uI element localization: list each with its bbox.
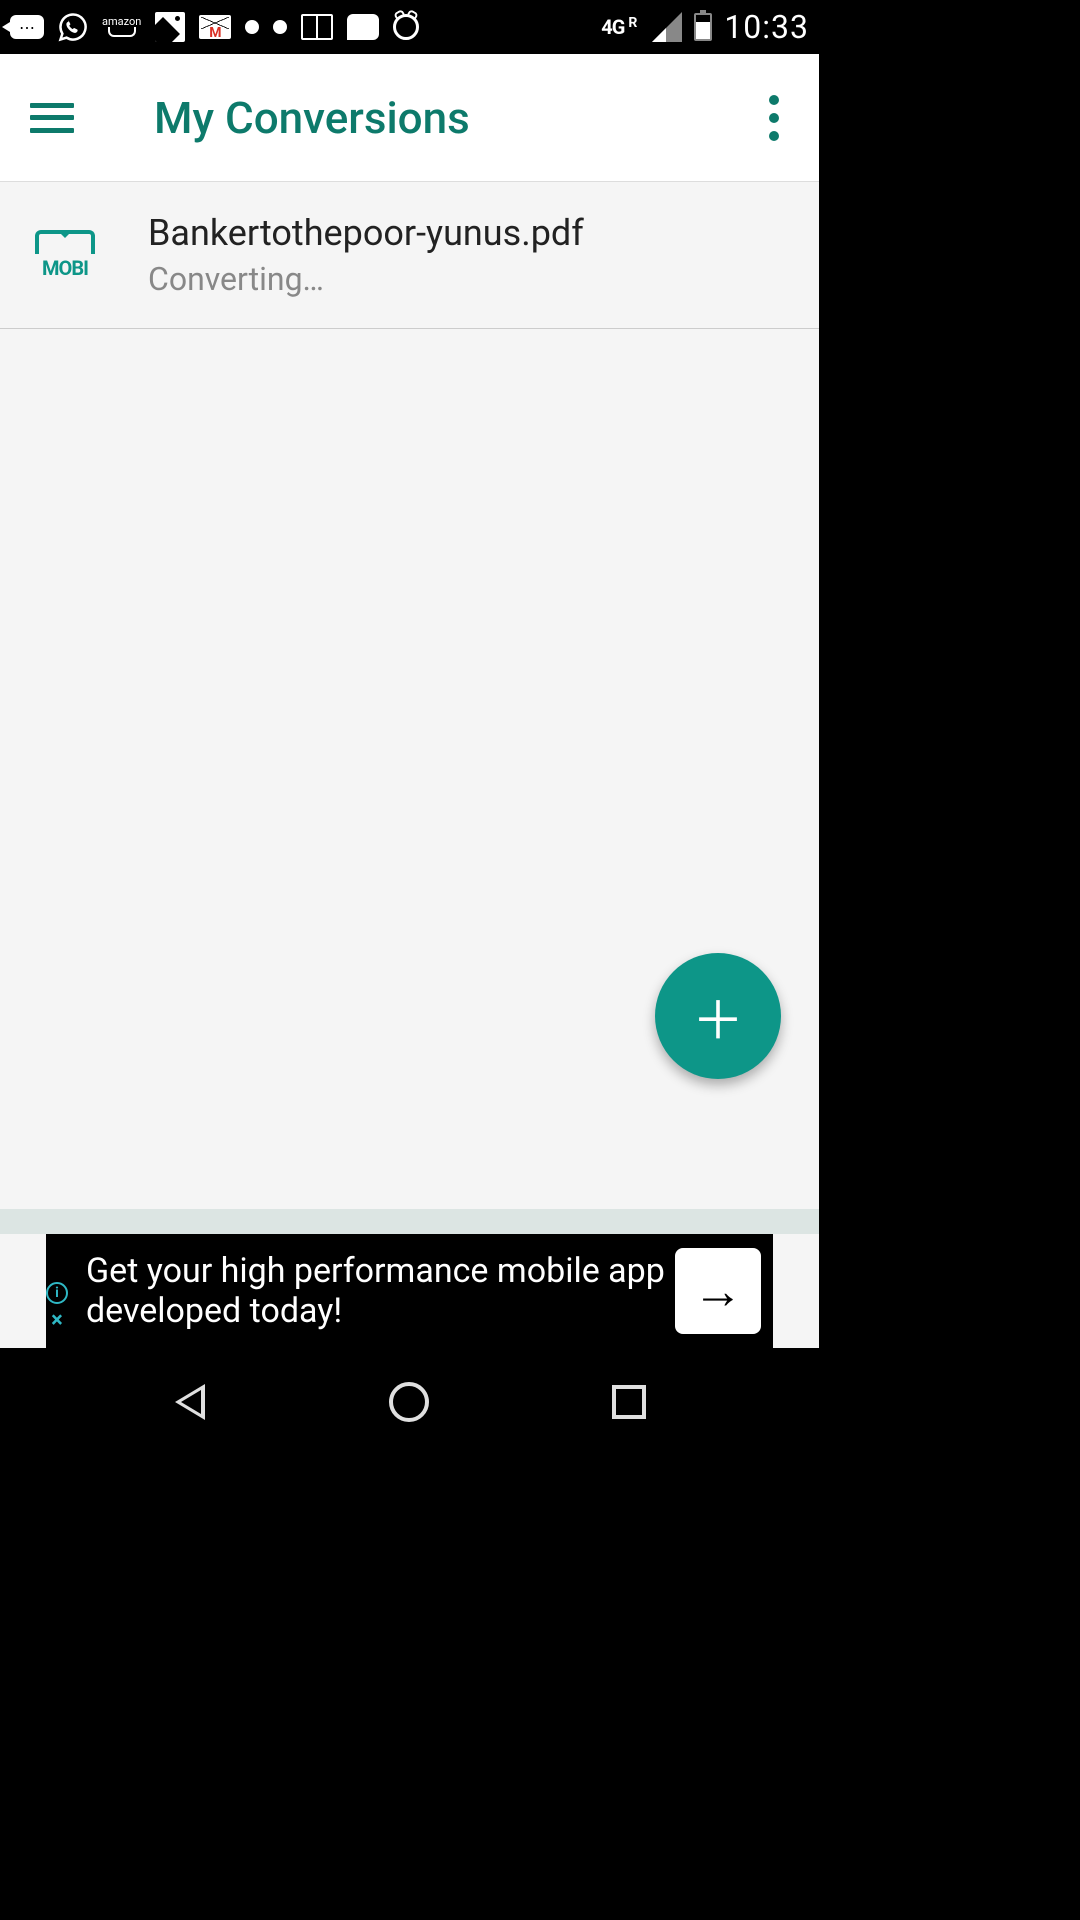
ad-banner[interactable]: i × Get your high performance mobile app… xyxy=(46,1234,773,1348)
conversion-status: Converting… xyxy=(148,260,789,298)
photos-icon xyxy=(155,12,185,42)
item-text-block: Bankertothepoor-yunus.pdf Converting… xyxy=(148,212,789,298)
menu-icon[interactable] xyxy=(30,103,74,133)
page-title: My Conversions xyxy=(154,92,759,144)
content-area: MOBI Bankertothepoor-yunus.pdf Convertin… xyxy=(0,182,819,1209)
amazon-icon: amazon xyxy=(102,17,141,37)
ad-text: Get your high performance mobile app dev… xyxy=(86,1251,675,1331)
status-left-icons: ⋯ amazon M xyxy=(10,12,419,42)
navigation-bar xyxy=(0,1348,819,1456)
notification-dot-icon xyxy=(245,20,259,34)
file-name: Bankertothepoor-yunus.pdf xyxy=(148,212,789,254)
ad-controls: i × xyxy=(46,1282,68,1333)
clock-time: 10:33 xyxy=(724,8,809,46)
gmail-icon: M xyxy=(199,15,231,39)
ad-close-icon[interactable]: × xyxy=(46,1308,68,1333)
whatsapp-icon xyxy=(58,12,88,42)
recent-apps-button[interactable] xyxy=(599,1372,659,1432)
conversion-list-item[interactable]: MOBI Bankertothepoor-yunus.pdf Convertin… xyxy=(0,182,819,329)
battery-icon xyxy=(694,13,712,41)
mobi-format-icon: MOBI xyxy=(30,225,100,285)
status-bar: ⋯ amazon M 4G R 10:33 xyxy=(0,0,819,54)
ad-info-icon[interactable]: i xyxy=(46,1282,68,1304)
notification-dot-icon xyxy=(273,20,287,34)
app-bar: My Conversions xyxy=(0,54,819,182)
book-icon xyxy=(301,14,333,40)
network-type: 4G R xyxy=(601,15,636,39)
ad-spacer xyxy=(0,1209,819,1234)
alarm-icon xyxy=(393,14,419,40)
arrow-right-icon: → xyxy=(693,1262,743,1321)
chat-icon xyxy=(347,14,379,40)
add-conversion-fab[interactable]: ＋ xyxy=(655,953,781,1079)
plus-icon: ＋ xyxy=(692,979,744,1054)
ad-cta-button[interactable]: → xyxy=(675,1248,761,1334)
signal-icon xyxy=(652,12,682,42)
home-button[interactable] xyxy=(379,1372,439,1432)
back-button[interactable] xyxy=(160,1372,220,1432)
status-right-icons: 4G R 10:33 xyxy=(601,8,809,46)
message-notification-icon: ⋯ xyxy=(10,15,44,39)
more-options-icon[interactable] xyxy=(759,85,789,151)
